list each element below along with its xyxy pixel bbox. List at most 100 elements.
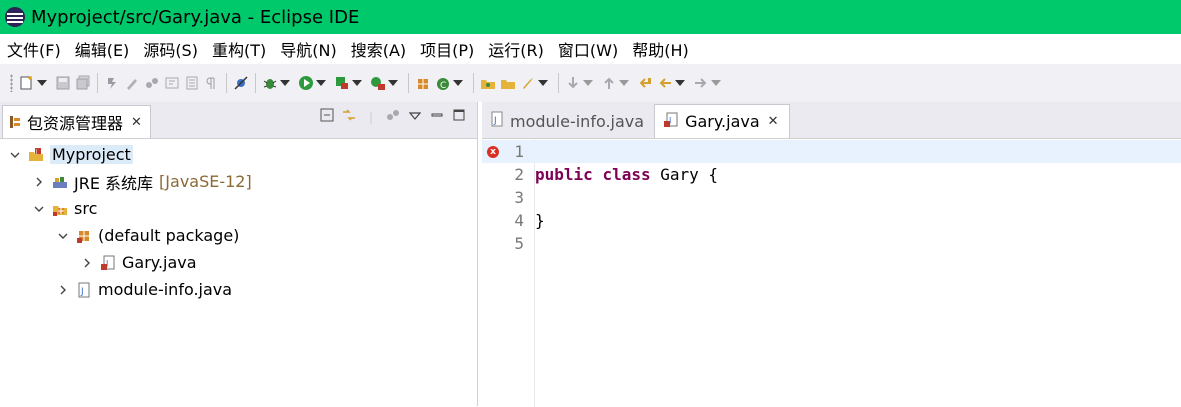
occurrences-icon[interactable] bbox=[144, 75, 160, 91]
coverage-dropdown-icon[interactable] bbox=[352, 75, 362, 91]
tree-item-module-info[interactable]: J module-info.java bbox=[0, 276, 477, 303]
tree-item-project[interactable]: J Myproject bbox=[0, 141, 477, 168]
block-selection-icon[interactable] bbox=[164, 75, 180, 91]
tree-item-src[interactable]: src bbox=[0, 195, 477, 222]
link-with-editor-icon[interactable] bbox=[341, 108, 357, 125]
last-edit-location-icon[interactable] bbox=[637, 75, 653, 91]
next-annotation-dropdown-icon[interactable] bbox=[583, 75, 593, 91]
debug-dropdown-icon[interactable] bbox=[280, 75, 290, 91]
back-icon[interactable] bbox=[657, 75, 673, 91]
save-all-icon[interactable] bbox=[75, 75, 91, 91]
java-file-icon: J bbox=[76, 282, 92, 298]
toolbar-separator bbox=[255, 73, 256, 93]
close-icon[interactable]: ✕ bbox=[768, 114, 779, 129]
toolbar-separator bbox=[408, 73, 409, 93]
chevron-down-icon[interactable] bbox=[56, 229, 70, 243]
menu-help[interactable]: 帮助(H) bbox=[625, 37, 696, 61]
chevron-down-icon[interactable] bbox=[32, 202, 46, 216]
search-dropdown-icon[interactable] bbox=[538, 75, 548, 91]
debug-icon[interactable] bbox=[262, 75, 278, 91]
external-tools-dropdown-icon[interactable] bbox=[388, 75, 398, 91]
menu-navigate[interactable]: 导航(N) bbox=[273, 37, 343, 61]
menu-refactor[interactable]: 重构(T) bbox=[205, 37, 273, 61]
error-marker-icon[interactable]: x bbox=[487, 145, 499, 158]
code-editor[interactable]: x 1 2 public class Gary { 3 4 } 5 bbox=[482, 139, 1181, 407]
tree-item-default-package[interactable]: (default package) bbox=[0, 222, 477, 249]
code-line-1[interactable]: x 1 bbox=[482, 140, 1181, 163]
code-line-3[interactable]: 3 bbox=[482, 186, 1181, 209]
code-line-5[interactable]: 5 bbox=[482, 232, 1181, 255]
menu-run[interactable]: 运行(R) bbox=[481, 37, 551, 61]
eclipse-logo-icon bbox=[5, 7, 25, 27]
view-toolbar: | bbox=[319, 108, 467, 125]
tab-module-info-label: module-info.java bbox=[510, 111, 645, 131]
view-menu-icon[interactable] bbox=[407, 110, 423, 124]
chevron-right-icon[interactable] bbox=[80, 256, 94, 270]
toolbar-separator: | bbox=[368, 109, 374, 124]
title-bar: Myproject/src/Gary.java - Eclipse IDE bbox=[0, 0, 1181, 34]
line-number: 5 bbox=[514, 234, 524, 253]
open-type-icon[interactable] bbox=[480, 75, 496, 91]
search-icon[interactable] bbox=[520, 75, 536, 91]
new-dropdown-icon[interactable] bbox=[37, 75, 47, 91]
svg-text:J: J bbox=[35, 149, 37, 155]
forward-icon[interactable] bbox=[693, 75, 709, 91]
tree-item-gary-java[interactable]: J Gary.java bbox=[0, 249, 477, 276]
next-annotation-icon[interactable] bbox=[565, 75, 581, 91]
code-text: public class Gary { bbox=[535, 165, 718, 184]
coverage-icon[interactable] bbox=[334, 75, 350, 91]
menu-project[interactable]: 项目(P) bbox=[413, 37, 481, 61]
back-dropdown-icon[interactable] bbox=[675, 75, 685, 91]
editor-tab-bar: J module-info.java J Gary.java ✕ bbox=[482, 102, 1181, 139]
menu-source[interactable]: 源码(S) bbox=[136, 37, 205, 61]
svg-text:C: C bbox=[440, 81, 446, 91]
skip-breakpoints-icon[interactable] bbox=[233, 75, 249, 91]
new-class-dropdown-icon[interactable] bbox=[453, 75, 463, 91]
toolbar-grip[interactable] bbox=[10, 74, 13, 92]
maximize-icon[interactable] bbox=[451, 109, 467, 124]
prev-annotation-icon[interactable] bbox=[601, 75, 617, 91]
focus-icon[interactable] bbox=[385, 108, 401, 125]
run-dropdown-icon[interactable] bbox=[316, 75, 326, 91]
keyword-class: class bbox=[602, 165, 651, 184]
save-icon[interactable] bbox=[55, 75, 71, 91]
chevron-right-icon[interactable] bbox=[32, 175, 46, 189]
toolbar-separator bbox=[473, 73, 474, 93]
jre-version-decorator: [JavaSE-12] bbox=[159, 172, 252, 191]
whitespace-icon[interactable] bbox=[204, 75, 220, 91]
java-file-error-icon: J bbox=[100, 255, 116, 271]
menu-window[interactable]: 窗口(W) bbox=[551, 37, 625, 61]
menu-file[interactable]: 文件(F) bbox=[0, 37, 68, 61]
toggle-ant-icon[interactable] bbox=[104, 75, 120, 91]
chevron-right-icon[interactable] bbox=[56, 283, 70, 297]
new-java-package-icon[interactable] bbox=[415, 75, 431, 91]
tab-gary-java[interactable]: J Gary.java ✕ bbox=[654, 104, 790, 138]
keyword-public: public bbox=[535, 165, 593, 184]
tree-item-jre[interactable]: JRE 系统库 [JavaSE-12] bbox=[0, 168, 477, 195]
run-icon[interactable] bbox=[298, 75, 314, 91]
toolbar-separator bbox=[97, 73, 98, 93]
tab-package-explorer[interactable]: 包资源管理器 ✕ bbox=[2, 105, 151, 138]
tab-module-info[interactable]: J module-info.java bbox=[482, 104, 654, 138]
menu-search[interactable]: 搜索(A) bbox=[344, 37, 413, 61]
collapse-all-icon[interactable] bbox=[319, 108, 335, 125]
external-tools-icon[interactable] bbox=[370, 75, 386, 91]
pen-icon[interactable] bbox=[124, 75, 140, 91]
code-line-4[interactable]: 4 } bbox=[482, 209, 1181, 232]
word-wrap-icon[interactable] bbox=[184, 75, 200, 91]
package-explorer-header: 包资源管理器 ✕ | bbox=[0, 102, 477, 139]
package-explorer-view: 包资源管理器 ✕ | J Myproject JRE 系统库 [JavaSE-1… bbox=[0, 102, 478, 406]
open-task-icon[interactable] bbox=[500, 75, 516, 91]
forward-dropdown-icon[interactable] bbox=[711, 75, 721, 91]
minimize-icon[interactable] bbox=[429, 110, 445, 124]
close-icon[interactable]: ✕ bbox=[131, 115, 142, 130]
toolbar-separator bbox=[558, 73, 559, 93]
new-java-class-icon[interactable]: C bbox=[435, 75, 451, 91]
new-icon[interactable] bbox=[19, 75, 35, 91]
chevron-down-icon[interactable] bbox=[8, 148, 22, 162]
prev-annotation-dropdown-icon[interactable] bbox=[619, 75, 629, 91]
main-toolbar: C bbox=[0, 64, 1181, 102]
menu-edit[interactable]: 编辑(E) bbox=[68, 37, 137, 61]
code-line-2[interactable]: 2 public class Gary { bbox=[482, 163, 1181, 186]
module-info-label: module-info.java bbox=[98, 280, 233, 299]
